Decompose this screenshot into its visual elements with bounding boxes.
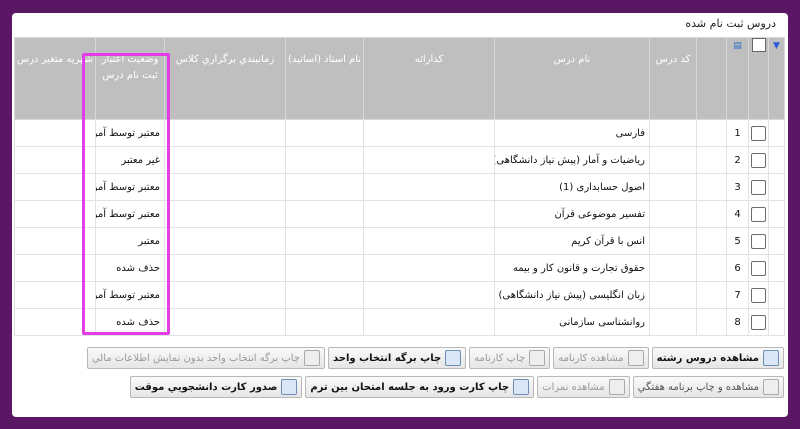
issue-temp-student-card-button[interactable]: صدور کارت دانشجويي موقت xyxy=(129,376,303,398)
course-name-cell: تفسير موضوعی قرآن xyxy=(494,200,650,228)
print-transcript-button[interactable]: چاپ کارنامه xyxy=(469,347,551,369)
chart-icon xyxy=(608,379,625,395)
row-checkbox[interactable] xyxy=(751,287,766,303)
table-row[interactable]: 1 فارسی معتبر توسط آموزش xyxy=(14,119,785,147)
sort-arrow-header[interactable]: ▼ xyxy=(768,37,785,120)
header-class-group[interactable]: کدارائه xyxy=(363,37,495,120)
course-name-cell: زبان انگليسی (پيش نياز دانشگاهی) xyxy=(494,281,650,309)
print-enrollment-form-button[interactable]: چاپ برگه انتخاب واحد xyxy=(327,347,467,369)
course-name-cell: انس با قرآن کريم xyxy=(494,227,650,255)
printer-icon xyxy=(281,379,298,395)
row-number: 7 xyxy=(726,281,749,309)
course-name-cell: فارسی xyxy=(494,119,650,147)
sort-down-icon: ▼ xyxy=(773,41,780,51)
header-course-tuition[interactable]: شهريه متغير درس xyxy=(14,37,96,120)
printer-icon xyxy=(445,350,462,366)
toolbar-row-2: مشاهده و چاپ برنامه هفتگي مشاهده نمرات چ… xyxy=(129,376,784,398)
row-number: 5 xyxy=(726,227,749,255)
course-name-cell: رياضيات و آمار (پيش نياز دانشگاهی) xyxy=(494,146,650,174)
table-row[interactable]: 7 زبان انگليسی (پيش نياز دانشگاهی) معتبر… xyxy=(14,281,785,309)
status-cell: معتبر xyxy=(95,227,165,255)
status-cell: غير معتبر xyxy=(95,146,165,174)
view-grades-button[interactable]: مشاهده نمرات xyxy=(537,376,630,398)
row-number: 6 xyxy=(726,254,749,282)
table-row[interactable]: 2 رياضيات و آمار (پيش نياز دانشگاهی) غير… xyxy=(14,146,785,174)
status-cell: حذف شده xyxy=(95,254,165,282)
table-row[interactable]: 4 تفسير موضوعی قرآن معتبر توسط آموزش xyxy=(14,200,785,228)
view-transcript-button[interactable]: مشاهده کارنامه xyxy=(553,347,649,369)
row-checkbox[interactable] xyxy=(751,260,766,276)
select-all-checkbox[interactable] xyxy=(751,38,766,52)
row-number: 3 xyxy=(726,173,749,201)
status-cell: معتبر توسط آموزش xyxy=(95,281,165,309)
course-name-cell: اصول حسابداری (1) xyxy=(494,173,650,201)
course-name-cell: روانشناسی سازمانی xyxy=(494,308,650,336)
table-row[interactable]: 8 روانشناسی سازمانی حذف شده xyxy=(14,308,785,336)
header-instructor[interactable]: نام استاد (اساتید) xyxy=(285,37,364,120)
search-icon xyxy=(627,350,644,366)
printer-icon xyxy=(763,379,779,395)
row-number: 8 xyxy=(726,308,749,336)
status-cell: حذف شده xyxy=(95,308,165,336)
status-cell: معتبر توسط آموزش xyxy=(95,200,165,228)
table-row[interactable]: 6 حقوق تجارت و قانون کار و بيمه حذف شده xyxy=(14,254,785,282)
printer-icon xyxy=(513,379,530,395)
column-chooser-icon[interactable]: ▤ xyxy=(733,38,742,54)
row-checkbox[interactable] xyxy=(751,206,766,222)
search-icon xyxy=(763,350,779,366)
row-number: 4 xyxy=(726,200,749,228)
table-row[interactable]: 3 اصول حسابداری (1) معتبر توسط آموزش xyxy=(14,173,785,201)
print-enrollment-form-no-finance-button[interactable]: چاپ برگه انتخاب واحد بدون نمايش اطلاعات … xyxy=(86,347,325,369)
header-validity-status[interactable]: وضعيت اعتبار ثبت نام درس xyxy=(95,37,165,120)
courses-grid: ▼ ▤ کد درس نام درس کدارائه نام استاد (اس… xyxy=(14,37,785,336)
header-course-name[interactable]: نام درس xyxy=(494,37,650,120)
status-cell: معتبر توسط آموزش xyxy=(95,173,165,201)
column-chooser-header[interactable]: ▤ xyxy=(726,37,749,120)
row-number: 2 xyxy=(726,146,749,174)
header-course-code[interactable]: کد درس xyxy=(649,37,697,120)
header-class-schedule[interactable]: زمانبندي برگزاري كلاس xyxy=(164,37,286,120)
toolbar-row-1: مشاهده دروس رشته مشاهده کارنامه چاپ کارن… xyxy=(86,347,784,369)
row-checkbox[interactable] xyxy=(751,233,766,249)
row-number: 1 xyxy=(726,119,749,147)
print-midterm-card-button[interactable]: چاپ کارت ورود به جلسه امتحان بين ترم xyxy=(305,376,535,398)
course-name-cell: حقوق تجارت و قانون کار و بيمه xyxy=(494,254,650,282)
row-checkbox[interactable] xyxy=(751,152,766,168)
panel-title: دروس ثبت نام شده xyxy=(685,17,776,30)
printer-icon xyxy=(303,350,320,366)
courses-panel: دروس ثبت نام شده ▼ ▤ کد درس نام درس کدار… xyxy=(12,13,788,417)
table-row[interactable]: 5 انس با قرآن کريم معتبر xyxy=(14,227,785,255)
printer-icon xyxy=(529,350,546,366)
row-checkbox[interactable] xyxy=(751,125,766,141)
view-major-courses-button[interactable]: مشاهده دروس رشته xyxy=(651,347,784,369)
weekly-schedule-button[interactable]: مشاهده و چاپ برنامه هفتگي xyxy=(632,376,784,398)
row-checkbox[interactable] xyxy=(751,314,766,330)
row-checkbox[interactable] xyxy=(751,179,766,195)
select-all-header[interactable] xyxy=(748,37,769,120)
status-cell: معتبر توسط آموزش xyxy=(95,119,165,147)
